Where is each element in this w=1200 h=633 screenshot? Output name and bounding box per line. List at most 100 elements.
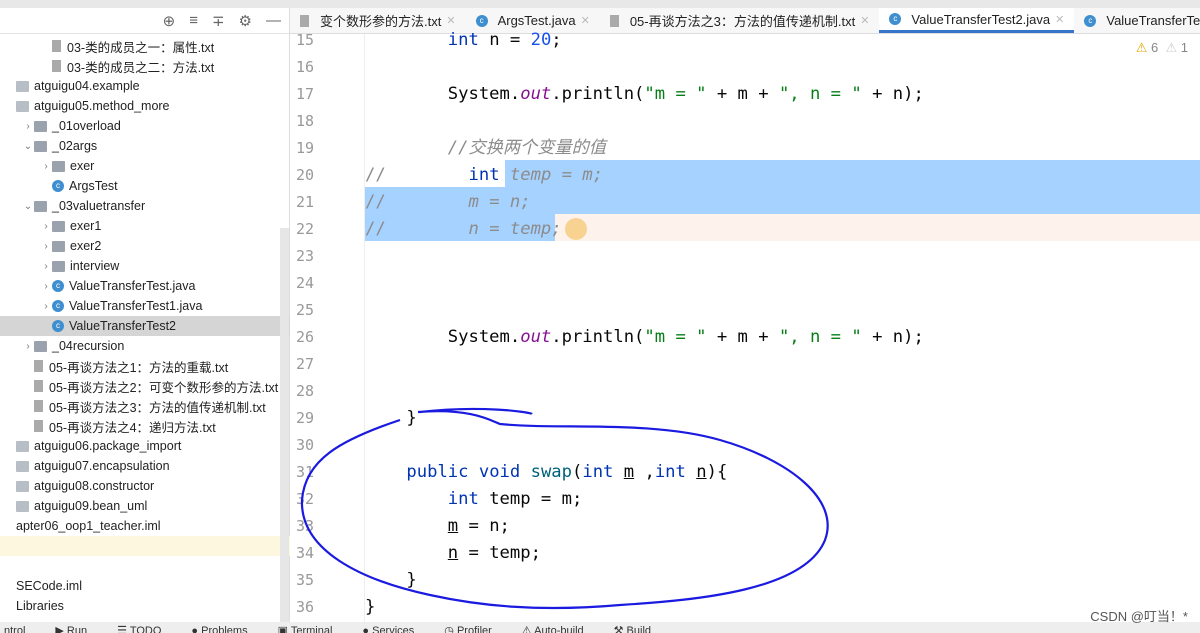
tree-item[interactable]: 05-再谈方法之4：递归方法.txt [0, 416, 290, 436]
tree-item[interactable]: › _01overload [0, 116, 290, 136]
tree-item[interactable]: › c ValueTransferTest1.java [0, 296, 290, 316]
sidebar-toolbar: ⊕ ≡ ∓ ⚙ — [0, 8, 289, 34]
chevron-down-icon[interactable]: ⌄ [22, 201, 34, 212]
code-line[interactable]: m = n; [365, 513, 510, 540]
line-number: 19 [295, 139, 314, 157]
tree-item[interactable]: › interview [0, 256, 290, 276]
code-line[interactable]: //交换两个变量的值 [365, 135, 606, 162]
tree-item[interactable]: 05-再谈方法之3：方法的值传递机制.txt [0, 396, 290, 416]
tab-3[interactable]: c ValueTransferTest2.java ✕ [879, 8, 1075, 33]
chevron-down-icon[interactable]: ⌄ [22, 141, 34, 152]
code-line[interactable]: int n = 20; [365, 27, 562, 54]
tree-item[interactable]: › exer1 [0, 216, 290, 236]
status-tool-button[interactable]: ⚒ Build [614, 622, 651, 633]
line-number: 15 [295, 31, 314, 49]
folder-icon [52, 260, 65, 272]
status-tool-button[interactable]: ● Services [362, 622, 414, 633]
locate-icon[interactable]: ⊕ [163, 12, 176, 30]
sidebar-scrollbar[interactable] [280, 228, 289, 628]
code-line[interactable]: } [365, 594, 375, 621]
close-tab-icon[interactable]: ✕ [581, 14, 590, 27]
code-line[interactable]: System.out.println("m = " + m + ", n = "… [365, 81, 924, 108]
status-tool-button[interactable]: ⚠ Auto-build [522, 622, 584, 633]
tree-item[interactable]: c ArgsTest [0, 176, 290, 196]
tree-item[interactable]: Libraries [0, 596, 290, 616]
code-line[interactable]: } [365, 567, 416, 594]
status-tool-button[interactable]: ▣ Terminal [278, 622, 333, 633]
package-icon [16, 500, 29, 512]
expand-all-icon[interactable]: ≡ [189, 12, 198, 29]
code-line[interactable]: // m = n; [365, 189, 531, 216]
chevron-right-icon[interactable]: › [40, 281, 52, 292]
folder-icon [34, 120, 47, 132]
chevron-right-icon[interactable]: › [40, 261, 52, 272]
chevron-right-icon[interactable]: › [40, 301, 52, 312]
tree-item[interactable]: atguigu06.package_import [0, 436, 290, 456]
status-tool-button[interactable]: ntrol [4, 622, 25, 633]
status-tool-button[interactable]: ◷ Profiler [444, 622, 492, 633]
tree-item-label: 05-再谈方法之4：递归方法.txt [49, 420, 216, 435]
line-number: 16 [295, 58, 314, 76]
tree-item-label: 05-再谈方法之1：方法的重载.txt [49, 360, 229, 375]
tree-item-label: SECode.iml [16, 579, 82, 593]
tree-item[interactable]: atguigu09.bean_uml [0, 496, 290, 516]
close-tab-icon[interactable]: ✕ [1055, 13, 1064, 26]
chevron-right-icon[interactable]: › [40, 221, 52, 232]
status-tool-button[interactable]: ▶ Run [55, 622, 87, 633]
tree-item[interactable]: SECode.iml [0, 576, 290, 596]
inspection-widget[interactable]: ⚠ 6 ⚠ 1 [1136, 40, 1188, 56]
tree-item[interactable]: 03-类的成员之一：属性.txt [0, 36, 290, 56]
tree-item[interactable]: › exer2 [0, 236, 290, 256]
hide-icon[interactable]: — [266, 12, 281, 29]
close-tab-icon[interactable]: ✕ [446, 14, 455, 27]
tree-item[interactable]: 05-再谈方法之2：可变个数形参的方法.txt [0, 376, 290, 396]
code-line[interactable]: // int temp = m; [365, 162, 603, 189]
tree-item[interactable] [0, 556, 290, 576]
tree-item-label: atguigu07.encapsulation [34, 459, 170, 473]
line-number: 21 [295, 193, 314, 211]
code-editor[interactable]: int n = 20; System.out.println("m = " + … [365, 30, 1200, 622]
tab-label: 05-再谈方法之3：方法的值传递机制.txt [629, 14, 856, 29]
tree-item[interactable]: atguigu04.example [0, 76, 290, 96]
tree-item[interactable]: 03-类的成员之二：方法.txt [0, 56, 290, 76]
tree-item-label: _03valuetransfer [52, 199, 146, 213]
class-icon: c [475, 14, 488, 27]
chevron-right-icon[interactable]: › [22, 341, 34, 352]
tree-item[interactable]: apter06_oop1_teacher.iml [0, 516, 290, 536]
line-number: 32 [295, 490, 314, 508]
tree-item-label: ValueTransferTest.java [69, 279, 196, 293]
tree-item[interactable] [0, 536, 290, 556]
tree-item[interactable]: › _04recursion [0, 336, 290, 356]
tree-item[interactable]: 05-再谈方法之1：方法的重载.txt [0, 356, 290, 376]
code-line[interactable]: } [365, 405, 416, 432]
chevron-right-icon[interactable]: › [40, 241, 52, 252]
gear-icon[interactable]: ⚙ [239, 12, 252, 30]
tree-item[interactable]: atguigu07.encapsulation [0, 456, 290, 476]
code-line[interactable]: public void swap(int m ,int n){ [365, 459, 727, 486]
tree-item[interactable]: ⌄ _03valuetransfer [0, 196, 290, 216]
code-line[interactable]: int temp = m; [365, 486, 583, 513]
close-tab-icon[interactable]: ✕ [860, 14, 869, 27]
tree-item[interactable]: atguigu05.method_more [0, 96, 290, 116]
tree-item[interactable]: c ValueTransferTest2 [0, 316, 290, 336]
code-line[interactable]: // n = temp; [365, 216, 562, 243]
tree-item[interactable]: › c ValueTransferTest.java [0, 276, 290, 296]
code-line[interactable]: System.out.println("m = " + m + ", n = "… [365, 324, 924, 351]
package-icon [16, 100, 29, 112]
tree-item-label: _04recursion [52, 339, 125, 353]
tab-2[interactable]: 05-再谈方法之3：方法的值传递机制.txt ✕ [600, 8, 880, 33]
line-number-gutter: 15 16 17 18 19 20 21 22 23 24 25 26 27 28 29 30 31 32 33 34… [290, 31, 365, 622]
chevron-right-icon[interactable]: › [22, 121, 34, 132]
tree-item[interactable]: › exer [0, 156, 290, 176]
tree-item-label: exer2 [70, 239, 102, 253]
status-tool-button[interactable]: ● Problems [191, 622, 247, 633]
tree-item[interactable]: atguigu08.constructor [0, 476, 290, 496]
tree-item-label: 03-类的成员之一：属性.txt [67, 40, 215, 55]
tree-item[interactable]: ⌄ _02args [0, 136, 290, 156]
collapse-all-icon[interactable]: ∓ [212, 12, 225, 30]
tab-4[interactable]: cValueTransferTest1.java✕ [1074, 8, 1200, 33]
status-tool-button[interactable]: ☰ TODO [117, 622, 161, 633]
warning-count: 6 [1151, 40, 1159, 55]
chevron-right-icon[interactable]: › [40, 161, 52, 172]
code-line[interactable]: n = temp; [365, 540, 541, 567]
